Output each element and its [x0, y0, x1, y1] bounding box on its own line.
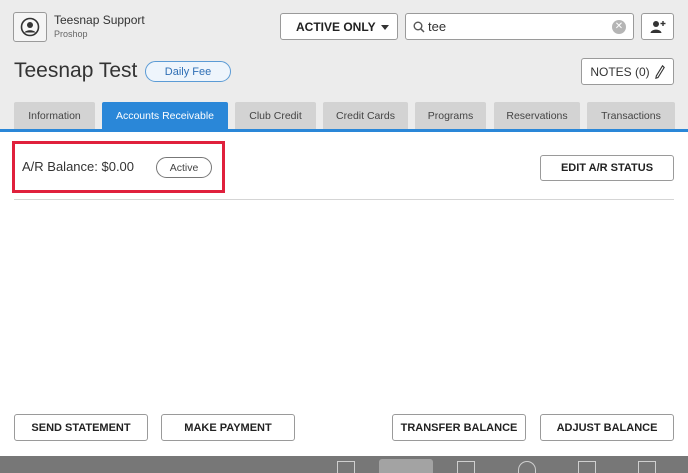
- tab-information[interactable]: Information: [14, 102, 95, 129]
- status-filter-select[interactable]: ACTIVE ONLY: [280, 13, 398, 40]
- tab-accounts-receivable[interactable]: Accounts Receivable: [102, 102, 228, 129]
- search-icon: [413, 20, 425, 38]
- user-name: Teesnap Support: [54, 13, 145, 27]
- cart-icon[interactable]: [578, 461, 596, 473]
- membership-badge: Daily Fee: [145, 61, 231, 82]
- bottom-nav-active-item[interactable]: [379, 459, 433, 473]
- ar-status-badge: Active: [156, 157, 212, 178]
- chevron-down-icon: [381, 25, 389, 30]
- page-title: Teesnap Test: [14, 59, 138, 82]
- clear-icon[interactable]: ✕: [612, 20, 626, 34]
- tab-underline: [0, 129, 688, 132]
- notes-button[interactable]: NOTES (0): [581, 58, 674, 85]
- status-filter-value: ACTIVE ONLY: [296, 19, 376, 34]
- user-avatar-icon[interactable]: [13, 12, 47, 42]
- add-user-button[interactable]: [641, 13, 674, 40]
- send-statement-button[interactable]: SEND STATEMENT: [14, 414, 148, 441]
- make-payment-button[interactable]: MAKE PAYMENT: [161, 414, 295, 441]
- register-icon[interactable]: [457, 461, 475, 473]
- home-icon[interactable]: [518, 461, 536, 473]
- calendar-icon[interactable]: [337, 461, 355, 473]
- ar-balance: A/R Balance: $0.00: [22, 159, 135, 174]
- notes-label: NOTES (0): [590, 64, 650, 79]
- transfer-balance-button[interactable]: TRANSFER BALANCE: [392, 414, 526, 441]
- user-role: Proshop: [54, 29, 88, 39]
- customer-search[interactable]: ✕: [405, 13, 634, 40]
- pencil-icon: [654, 64, 665, 79]
- tab-club-credit[interactable]: Club Credit: [235, 102, 316, 129]
- add-user-icon: [650, 20, 665, 33]
- divider: [14, 199, 674, 200]
- search-input[interactable]: [428, 17, 608, 36]
- tab-programs[interactable]: Programs: [415, 102, 486, 129]
- edit-ar-status-button[interactable]: EDIT A/R STATUS: [540, 155, 674, 181]
- tab-reservations[interactable]: Reservations: [494, 102, 580, 129]
- adjust-balance-button[interactable]: ADJUST BALANCE: [540, 414, 674, 441]
- tab-credit-cards[interactable]: Credit Cards: [323, 102, 408, 129]
- reports-icon[interactable]: [638, 461, 656, 473]
- tab-transactions[interactable]: Transactions: [587, 102, 675, 129]
